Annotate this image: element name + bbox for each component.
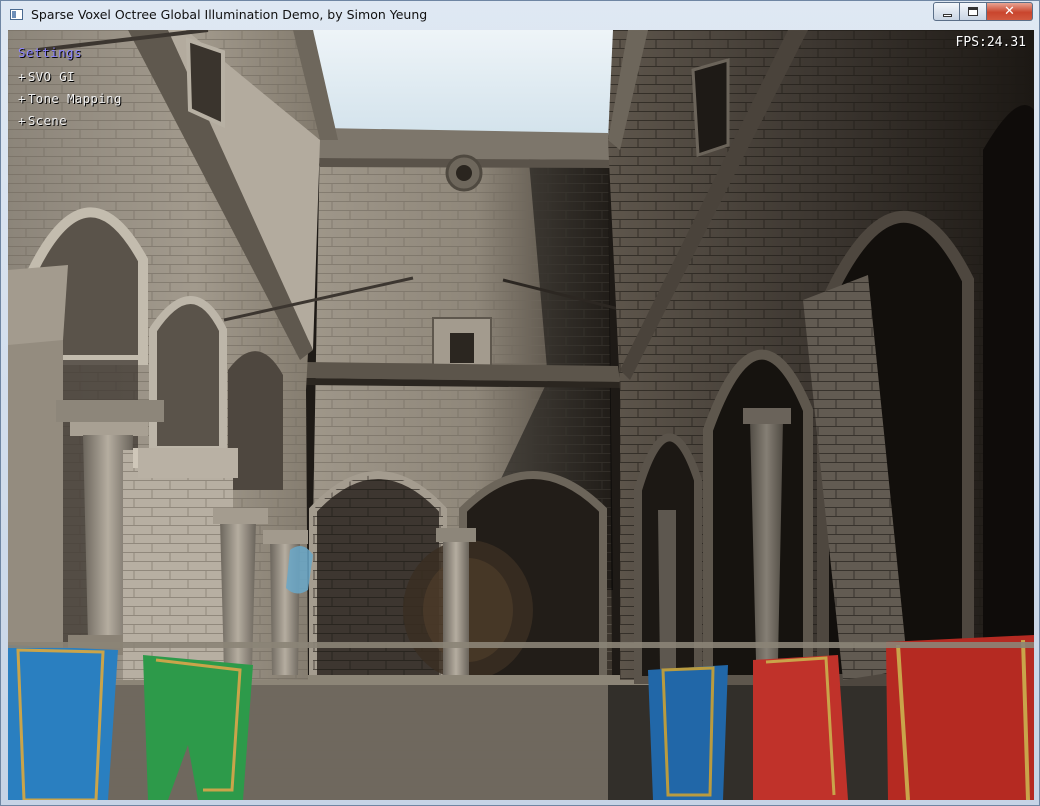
menu-item-label: Scene <box>27 113 67 128</box>
settings-menu: Settings + SVO GI + Tone Mapping + Scene <box>18 44 122 132</box>
small-window <box>450 333 474 363</box>
app-icon[interactable] <box>10 9 23 20</box>
sponza-scene <box>8 30 1034 800</box>
fps-counter: FPS:24.31 <box>956 35 1026 50</box>
menu-item-label: SVO GI <box>27 69 75 84</box>
caption-buttons: ✕ <box>933 2 1033 21</box>
close-icon: ✕ <box>1004 4 1015 19</box>
settings-title[interactable]: Settings <box>18 44 122 66</box>
maximize-icon <box>968 7 978 16</box>
minimize-button[interactable] <box>933 2 960 21</box>
menu-item-tone-mapping[interactable]: + Tone Mapping <box>18 88 122 110</box>
app-window: Sparse Voxel Octree Global Illumination … <box>0 0 1040 806</box>
minimize-icon <box>943 14 952 17</box>
banner-blue-right <box>648 665 728 800</box>
menu-item-label: Tone Mapping <box>27 91 122 106</box>
title-bar[interactable]: Sparse Voxel Octree Global Illumination … <box>1 1 1039 29</box>
glass-vase <box>286 546 313 594</box>
center-column <box>443 535 469 685</box>
render-viewport[interactable]: Settings + SVO GI + Tone Mapping + Scene FP… <box>8 30 1034 800</box>
fps-label: FPS: <box>955 35 987 50</box>
maximize-button[interactable] <box>960 2 987 21</box>
close-button[interactable]: ✕ <box>987 2 1033 21</box>
expand-icon: + <box>18 69 26 84</box>
menu-item-scene[interactable]: + Scene <box>18 110 122 132</box>
fps-value: 24.31 <box>986 35 1026 50</box>
expand-icon: + <box>18 113 26 128</box>
expand-icon: + <box>18 91 26 106</box>
menu-item-svo-gi[interactable]: + SVO GI <box>18 66 122 88</box>
window-title: Sparse Voxel Octree Global Illumination … <box>31 7 428 22</box>
